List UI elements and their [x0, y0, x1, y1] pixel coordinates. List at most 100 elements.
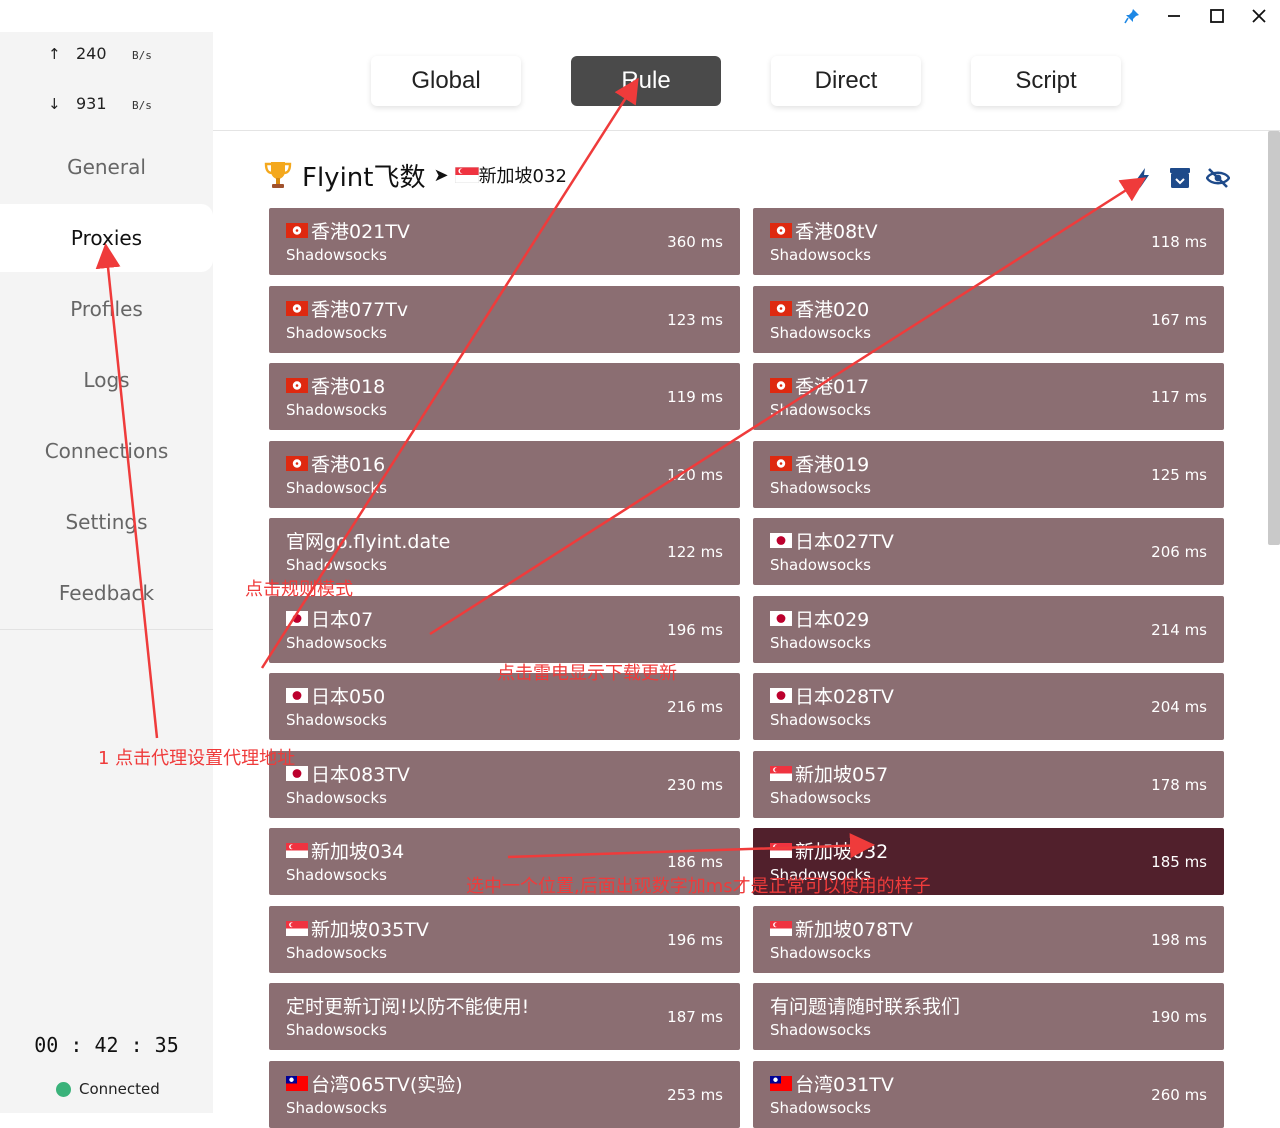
sidebar: ↑ 240 B/s ↓ 931 B/s General Proxies Prof… [0, 32, 213, 1113]
proxy-title: 香港017 [770, 372, 869, 399]
proxy-name: 有问题请随时联系我们 [770, 996, 961, 1018]
proxy-title: 香港077Tv [286, 295, 408, 322]
proxy-delay: 206 ms [1151, 543, 1207, 561]
proxy-title: 香港016 [286, 450, 385, 477]
upload-arrow-icon: ↑ [48, 45, 61, 63]
proxy-name: 香港020 [795, 299, 870, 321]
annotation-rule-mode: 点击规则模式 [245, 579, 353, 600]
proxy-delay: 125 ms [1151, 466, 1207, 484]
proxy-delay: 185 ms [1151, 853, 1207, 871]
proxy-title: 新加坡078TV [770, 915, 913, 942]
proxy-name: 香港017 [795, 376, 870, 398]
mode-global-button[interactable]: Global [371, 56, 521, 106]
proxy-name: 香港018 [311, 376, 386, 398]
proxy-delay: 253 ms [667, 1086, 723, 1104]
proxy-delay: 360 ms [667, 233, 723, 251]
scrollbar[interactable] [1268, 131, 1280, 545]
proxy-name: 香港021TV [311, 221, 410, 243]
proxy-group-name: Flyint飞数 [302, 162, 426, 193]
jp-flag-icon [770, 533, 792, 548]
proxy-card[interactable]: 台湾065TV(实验) Shadowsocks 253 ms [269, 1061, 740, 1128]
proxy-title: 日本050 [286, 682, 385, 709]
mode-direct-button[interactable]: Direct [771, 56, 921, 106]
proxy-group-header[interactable]: Flyint飞数 ➤ 新加坡032 [262, 158, 567, 193]
proxy-card[interactable]: 新加坡057 Shadowsocks 178 ms [753, 751, 1224, 818]
proxy-card[interactable]: 香港019 Shadowsocks 125 ms [753, 441, 1224, 508]
proxy-name: 官网go.flyint.date [286, 531, 451, 553]
proxy-name: 日本050 [311, 686, 386, 708]
proxy-card[interactable]: 日本07 Shadowsocks 196 ms [269, 596, 740, 663]
proxy-type: Shadowsocks [286, 479, 387, 497]
proxy-title: 新加坡034 [286, 837, 404, 864]
proxy-card[interactable]: 香港020 Shadowsocks 167 ms [753, 286, 1224, 353]
proxy-card[interactable]: 台湾031TV Shadowsocks 260 ms [753, 1061, 1224, 1128]
minimize-icon[interactable] [1160, 4, 1188, 28]
jp-flag-icon [286, 688, 308, 703]
sidebar-item-profiles[interactable]: Profiles [0, 275, 213, 343]
proxy-type: Shadowsocks [770, 711, 871, 729]
download-speed: ↓ 931 B/s [48, 94, 152, 116]
proxy-type: Shadowsocks [770, 789, 871, 807]
proxy-name: 新加坡078TV [795, 919, 913, 941]
sidebar-item-logs[interactable]: Logs [0, 346, 213, 414]
mode-rule-button[interactable]: Rule [571, 56, 721, 106]
proxy-delay: 196 ms [667, 931, 723, 949]
hk-flag-icon [770, 223, 792, 238]
pin-icon[interactable] [1118, 4, 1146, 28]
proxy-card[interactable]: 日本083TV Shadowsocks 230 ms [269, 751, 740, 818]
proxy-name: 新加坡057 [795, 764, 889, 786]
maximize-icon[interactable] [1203, 4, 1231, 28]
proxy-name: 香港077Tv [311, 299, 409, 321]
proxy-name: 定时更新订阅!以防不能使用! [286, 996, 530, 1018]
mode-bar: Global Rule Direct Script [213, 32, 1280, 131]
proxy-type: Shadowsocks [286, 944, 387, 962]
hk-flag-icon [770, 301, 792, 316]
sidebar-item-connections[interactable]: Connections [0, 417, 213, 485]
sg-flag-icon [770, 766, 792, 781]
archive-icon[interactable] [1168, 166, 1192, 190]
sg-flag-icon [770, 843, 792, 858]
proxy-card[interactable]: 香港021TV Shadowsocks 360 ms [269, 208, 740, 275]
proxy-card[interactable]: 香港018 Shadowsocks 119 ms [269, 363, 740, 430]
upload-value: 240 [76, 44, 107, 63]
annotation-selected: 选中一个位置,后面出现数字加ms才是正常可以使用的样子 [466, 876, 931, 897]
proxy-title: 官网go.flyint.date [286, 527, 450, 554]
traffic-panel: ↑ 240 B/s ↓ 931 B/s [0, 32, 213, 130]
proxy-card[interactable]: 新加坡078TV Shadowsocks 198 ms [753, 906, 1224, 973]
proxy-delay: 260 ms [1151, 1086, 1207, 1104]
sidebar-item-settings[interactable]: Settings [0, 488, 213, 556]
proxy-title: 台湾031TV [770, 1070, 894, 1097]
proxy-delay: 198 ms [1151, 931, 1207, 949]
sidebar-item-general[interactable]: General [0, 133, 213, 201]
proxy-card[interactable]: 日本029 Shadowsocks 214 ms [753, 596, 1224, 663]
proxy-card[interactable]: 有问题请随时联系我们 Shadowsocks 190 ms [753, 983, 1224, 1050]
lightning-icon[interactable] [1131, 166, 1155, 190]
proxy-name: 日本028TV [795, 686, 894, 708]
proxy-card[interactable]: 日本028TV Shadowsocks 204 ms [753, 673, 1224, 740]
jp-flag-icon [770, 688, 792, 703]
eye-off-icon[interactable] [1206, 166, 1230, 190]
mode-script-button[interactable]: Script [971, 56, 1121, 106]
sidebar-item-feedback[interactable]: Feedback [0, 559, 213, 627]
proxy-card[interactable]: 香港016 Shadowsocks 120 ms [269, 441, 740, 508]
proxy-card[interactable]: 香港08tV Shadowsocks 118 ms [753, 208, 1224, 275]
title-bar [0, 0, 1280, 32]
proxy-card[interactable]: 香港077Tv Shadowsocks 123 ms [269, 286, 740, 353]
sidebar-item-proxies[interactable]: Proxies [0, 204, 213, 272]
proxy-card[interactable]: 香港017 Shadowsocks 117 ms [753, 363, 1224, 430]
proxy-type: Shadowsocks [770, 246, 871, 264]
proxy-type: Shadowsocks [770, 324, 871, 342]
tw-flag-icon [286, 1076, 308, 1091]
proxy-card[interactable]: 日本027TV Shadowsocks 206 ms [753, 518, 1224, 585]
proxy-type: Shadowsocks [286, 634, 387, 652]
proxy-title: 定时更新订阅!以防不能使用! [286, 992, 529, 1019]
proxy-name: 香港019 [795, 454, 870, 476]
proxy-name: 新加坡035TV [311, 919, 429, 941]
proxy-card[interactable]: 定时更新订阅!以防不能使用! Shadowsocks 187 ms [269, 983, 740, 1050]
proxy-card[interactable]: 新加坡035TV Shadowsocks 196 ms [269, 906, 740, 973]
proxy-delay: 167 ms [1151, 311, 1207, 329]
proxy-name: 新加坡032 [795, 841, 889, 863]
proxy-title: 有问题请随时联系我们 [770, 992, 960, 1019]
close-icon[interactable] [1245, 4, 1273, 28]
proxy-title: 香港021TV [286, 217, 410, 244]
